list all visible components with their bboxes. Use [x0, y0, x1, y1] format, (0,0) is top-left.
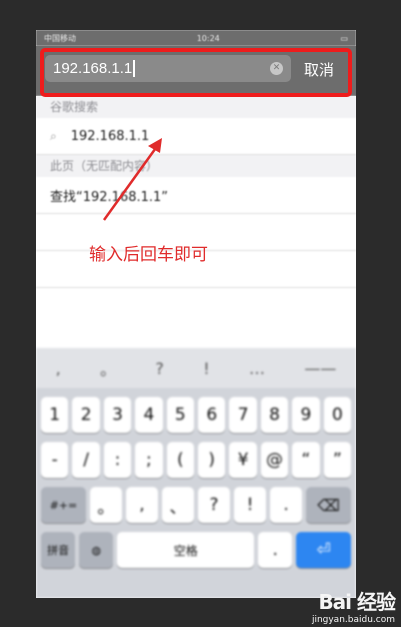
annotation-text: 输入后回车即可	[89, 245, 208, 265]
watermark-logo: Bai 经验	[318, 590, 396, 614]
watermark-url: jingyan.baidu.com	[311, 615, 395, 625]
watermark: Bai 经验 jingyan.baidu.com	[311, 586, 396, 625]
annotation-arrow	[102, 138, 162, 221]
